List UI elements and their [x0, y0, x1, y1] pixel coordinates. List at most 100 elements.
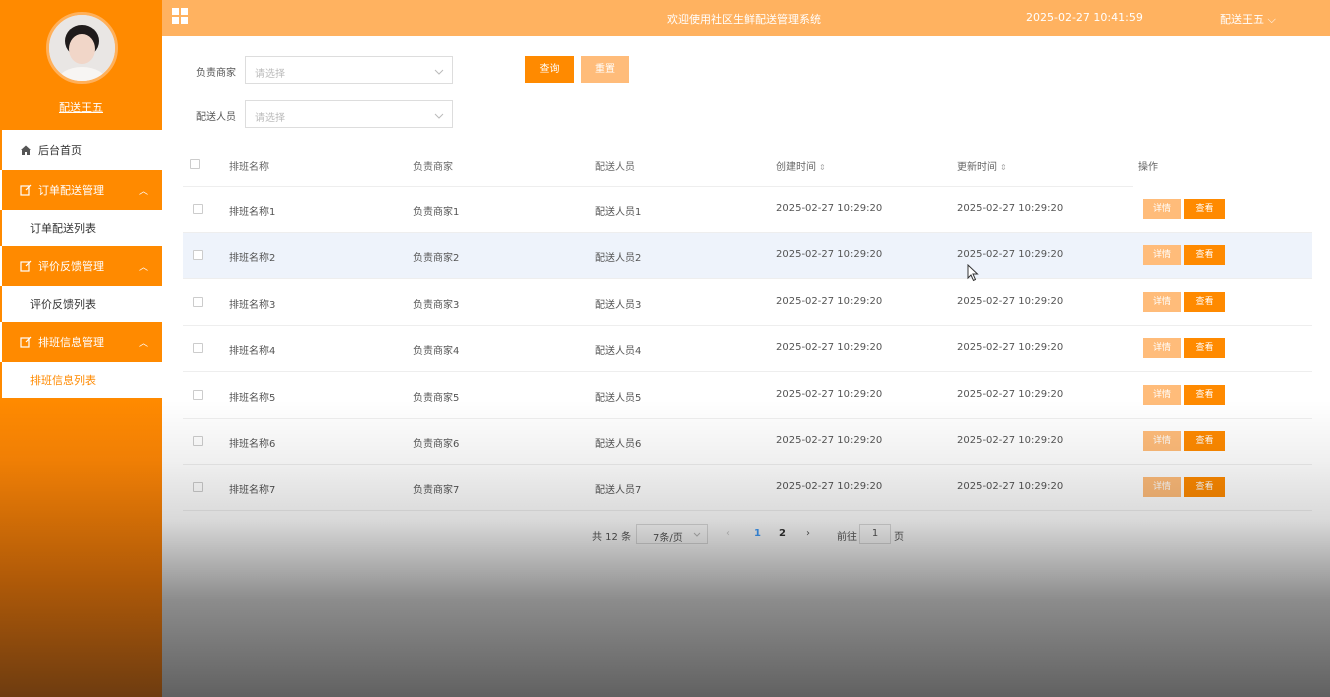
chevron-up-icon: ︿ [138, 262, 148, 273]
detail-button[interactable]: 详情 [1143, 338, 1181, 359]
profile-username[interactable]: 配送王五 [0, 99, 162, 115]
cell-courier: 配送人员4 [595, 346, 642, 358]
avatar[interactable] [46, 12, 118, 84]
courier-filter-label: 配送人员 [196, 112, 236, 123]
view-button[interactable]: 查看 [1184, 338, 1225, 359]
cell-created: 2025-02-27 10:29:20 [776, 481, 883, 493]
courier-select-placeholder: 请选择 [255, 113, 285, 124]
merchant-select-placeholder: 请选择 [255, 69, 285, 80]
menu-group-schedule[interactable]: 排班信息管理 ︿ [0, 322, 162, 362]
select-all-checkbox[interactable] [190, 159, 200, 169]
row-checkbox[interactable] [193, 343, 203, 354]
cell-courier: 配送人员3 [595, 299, 642, 311]
profile: 配送王五 [0, 0, 162, 130]
view-button[interactable]: 查看 [1184, 477, 1225, 498]
table-row[interactable]: 排班名称2 负责商家2 配送人员2 2025-02-27 10:29:20 2025-0… [183, 233, 1312, 280]
header-datetime: 2025-02-27 10:41:59 [1026, 11, 1143, 24]
next-page-icon[interactable]: › [806, 528, 810, 539]
table-row[interactable]: 排班名称3 负责商家3 配送人员3 2025-02-27 10:29:20 2025-0… [183, 280, 1312, 326]
cell-merchant: 负责商家7 [413, 485, 460, 497]
page-size-value: 7条/页 [653, 533, 683, 544]
table-row[interactable]: 排班名称6 负责商家6 配送人员6 2025-02-27 10:29:20 2025-0… [183, 419, 1312, 465]
column-header-updated-label: 更新时间 [957, 162, 997, 173]
table-row[interactable]: 排班名称1 负责商家1 配送人员1 2025-02-27 10:29:20 2025-0… [183, 187, 1312, 233]
cell-merchant: 负责商家4 [413, 346, 460, 358]
view-button[interactable]: 查看 [1184, 199, 1225, 219]
detail-button[interactable]: 详情 [1143, 477, 1181, 498]
sidebar: 配送王五 后台首页 订单配送管理 ︿ 订单配送列表 评价反馈管理 ︿ 评价反馈列… [0, 0, 162, 697]
chevron-down-icon [693, 530, 701, 541]
header-username: 配送王五 [1220, 13, 1264, 26]
cell-created: 2025-02-27 10:29:20 [776, 342, 883, 354]
cell-created: 2025-02-27 10:29:20 [776, 295, 883, 307]
query-button[interactable]: 查询 [525, 56, 574, 83]
merchant-filter-label: 负责商家 [196, 68, 236, 79]
cell-updated: 2025-02-27 10:29:20 [957, 435, 1064, 446]
table-row[interactable]: 排班名称4 负责商家4 配送人员4 2025-02-27 10:29:20 2025-0… [183, 326, 1312, 373]
goto-label: 前往 [837, 532, 857, 543]
courier-select[interactable]: 请选择 [245, 100, 453, 128]
menu-group-order-delivery-label: 订单配送管理 [38, 184, 104, 197]
goto-page-input[interactable]: 1 [859, 524, 891, 544]
view-button[interactable]: 查看 [1184, 431, 1225, 451]
page-suffix-label: 页 [894, 532, 904, 543]
menu-group-feedback-label: 评价反馈管理 [38, 260, 104, 273]
cell-created: 2025-02-27 10:29:20 [776, 249, 883, 261]
column-header-created[interactable]: 创建时间 ⇕ [776, 158, 826, 173]
sort-icon[interactable]: ⇕ [819, 163, 826, 172]
detail-button[interactable]: 详情 [1143, 431, 1181, 451]
chevron-down-icon [434, 66, 444, 79]
row-checkbox[interactable] [193, 296, 203, 307]
page-size-select[interactable]: 7条/页 [636, 524, 708, 544]
detail-button[interactable]: 详情 [1143, 199, 1181, 219]
cell-updated: 2025-02-27 10:29:20 [957, 249, 1064, 261]
page-2[interactable]: 2 [779, 528, 786, 539]
cell-merchant: 负责商家3 [413, 299, 460, 311]
grid-menu-icon[interactable] [172, 8, 188, 27]
detail-button[interactable]: 详情 [1143, 245, 1181, 266]
menu-item-schedule-list[interactable]: 排班信息列表 [0, 362, 162, 398]
detail-button[interactable]: 详情 [1143, 291, 1181, 312]
table-row[interactable]: 排班名称5 负责商家5 配送人员5 2025-02-27 10:29:20 2025-0… [183, 373, 1312, 419]
edit-icon [20, 260, 32, 272]
row-checkbox[interactable] [193, 436, 203, 446]
sort-icon[interactable]: ⇕ [1000, 163, 1007, 172]
menu-group-feedback[interactable]: 评价反馈管理 ︿ [0, 246, 162, 286]
edit-icon [20, 336, 32, 348]
cell-merchant: 负责商家2 [413, 253, 460, 265]
cell-name: 排班名称2 [229, 253, 276, 265]
page-1[interactable]: 1 [754, 528, 761, 539]
cell-courier: 配送人员2 [595, 253, 642, 265]
row-checkbox[interactable] [193, 482, 203, 493]
view-button[interactable]: 查看 [1184, 291, 1225, 312]
view-button[interactable]: 查看 [1184, 384, 1225, 405]
column-header-name: 排班名称 [229, 162, 269, 173]
menu-item-home[interactable]: 后台首页 [0, 130, 162, 170]
menu-group-order-delivery[interactable]: 订单配送管理 ︿ [0, 170, 162, 210]
merchant-select[interactable]: 请选择 [245, 56, 453, 84]
chevron-up-icon: ︿ [138, 186, 148, 197]
detail-button[interactable]: 详情 [1143, 384, 1181, 405]
table-row[interactable]: 排班名称7 负责商家7 配送人员7 2025-02-27 10:29:20 2025-0… [183, 465, 1312, 512]
menu-item-order-delivery-list[interactable]: 订单配送列表 [0, 210, 162, 246]
header-user-menu[interactable]: 配送王五 ⌵ [1220, 11, 1276, 27]
menu-item-order-delivery-list-label: 订单配送列表 [30, 222, 96, 235]
row-checkbox[interactable] [193, 204, 203, 214]
cell-name: 排班名称1 [229, 207, 276, 218]
row-checkbox[interactable] [193, 250, 203, 261]
prev-page-icon[interactable]: ‹ [726, 528, 730, 539]
reset-button[interactable]: 重置 [581, 56, 629, 83]
view-button[interactable]: 查看 [1184, 245, 1225, 266]
row-checkbox[interactable] [193, 389, 203, 400]
cell-name: 排班名称5 [229, 392, 276, 404]
menu-item-feedback-list[interactable]: 评价反馈列表 [0, 286, 162, 322]
chevron-down-icon [434, 110, 444, 123]
chevron-up-icon: ︿ [138, 338, 148, 349]
column-header-updated[interactable]: 更新时间 ⇕ [957, 158, 1007, 173]
avatar-image [49, 15, 115, 81]
pagination-total: 共 12 条 [592, 532, 632, 543]
cell-created: 2025-02-27 10:29:20 [776, 203, 883, 214]
home-icon [20, 144, 32, 156]
cell-merchant: 负责商家1 [413, 207, 460, 218]
cell-updated: 2025-02-27 10:29:20 [957, 342, 1064, 354]
